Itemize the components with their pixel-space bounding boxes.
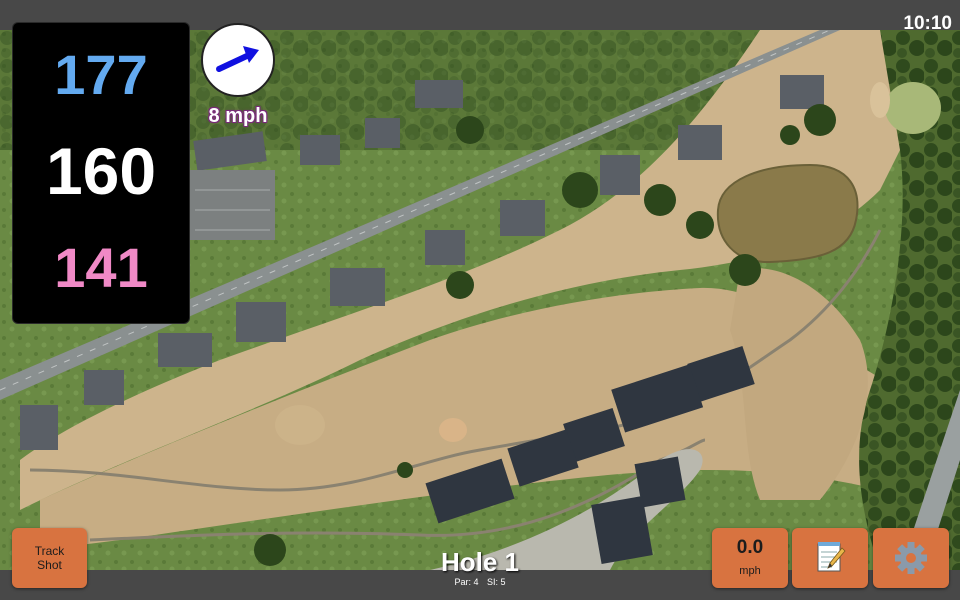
distance-panel: 177 160 141 (12, 22, 190, 324)
hole-stroke-index: SI: 5 (487, 577, 506, 587)
notes-button[interactable] (792, 528, 868, 588)
distance-front-of-green: 141 (54, 236, 148, 299)
speed-button[interactable]: 0.0 mph (712, 528, 788, 588)
distance-back-of-green: 177 (54, 43, 148, 106)
wind-speed: 8 mph (208, 105, 268, 127)
hole-meta: Par: 4 SI: 5 (400, 577, 560, 587)
speed-value: 0.0 (736, 537, 764, 558)
distance-middle-of-green: 160 (45, 134, 157, 208)
speed-unit: mph (739, 565, 761, 577)
notepad-pencil-icon (817, 542, 846, 572)
track-shot-label-line2: Shot (37, 558, 62, 572)
hole-par: Par: 4 (454, 577, 479, 587)
track-shot-label-line1: Track (34, 544, 65, 558)
wind-direction-arrow-icon (201, 23, 275, 97)
gear-icon (895, 542, 927, 574)
track-shot-button[interactable]: Track Shot (12, 528, 87, 588)
hole-title[interactable]: Hole 1 (400, 549, 560, 575)
settings-button[interactable] (873, 528, 949, 588)
golf-gps-app: 10:10 177 160 141 8 mph Track Shot Hole … (0, 0, 960, 600)
